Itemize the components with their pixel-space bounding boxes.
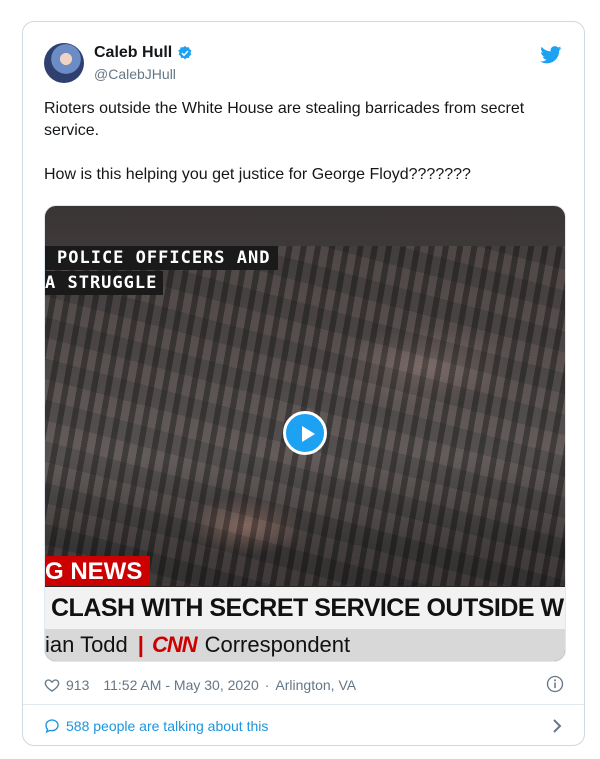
breaking-news-banner: G NEWS — [45, 556, 151, 586]
conversation-count[interactable]: 588 people are talking about this — [66, 718, 268, 734]
news-byline: ian Todd | CNN Correspondent — [45, 629, 565, 661]
tweet-paragraph-2: How is this helping you get justice for … — [44, 166, 471, 183]
info-icon[interactable] — [546, 675, 564, 693]
chyron-top-line-1: POLICE OFFICERS AND — [45, 246, 279, 270]
chyron-top-line-2: A STRUGGLE — [45, 271, 164, 295]
heart-icon[interactable] — [44, 677, 60, 693]
video-player[interactable]: POLICE OFFICERS AND A STRUGGLE G NEWS CL… — [44, 205, 566, 662]
footer-divider — [23, 704, 584, 705]
avatar[interactable] — [44, 43, 84, 83]
byline-name: ian Todd — [45, 632, 128, 657]
tweet-meta: 913 11:52 AM - May 30, 2020 · Arlington,… — [44, 675, 564, 695]
like-count[interactable]: 913 — [66, 677, 89, 693]
tweet-card[interactable]: Caleb Hull @CalebJHull Rioters outside t… — [22, 21, 585, 746]
byline-role: Correspondent — [204, 632, 351, 657]
location[interactable]: Arlington, VA — [275, 677, 356, 693]
author-display-name[interactable]: Caleb Hull — [94, 44, 172, 62]
tweet-paragraph-1: Rioters outside the White House are stea… — [44, 100, 525, 139]
meta-separator: · — [264, 677, 270, 693]
chevron-right-icon[interactable] — [550, 717, 564, 735]
play-button[interactable] — [283, 411, 327, 455]
play-icon — [302, 426, 315, 442]
conversation-link[interactable]: 588 people are talking about this — [44, 716, 564, 736]
author-name-row[interactable]: Caleb Hull — [94, 44, 193, 62]
tweet-text: Rioters outside the White House are stea… — [44, 98, 564, 186]
verified-badge-icon — [178, 46, 192, 60]
cnn-logo: CNN — [151, 632, 198, 657]
speech-bubble-icon — [45, 719, 59, 734]
byline-separator: | — [137, 632, 144, 657]
twitter-bird-icon[interactable] — [540, 46, 562, 64]
news-headline: CLASH WITH SECRET SERVICE OUTSIDE WHITE … — [45, 587, 565, 629]
video-chyron-top: POLICE OFFICERS AND A STRUGGLE — [45, 246, 300, 296]
author-handle[interactable]: @CalebJHull — [94, 66, 176, 82]
timestamp[interactable]: 11:52 AM - May 30, 2020 — [103, 677, 258, 693]
